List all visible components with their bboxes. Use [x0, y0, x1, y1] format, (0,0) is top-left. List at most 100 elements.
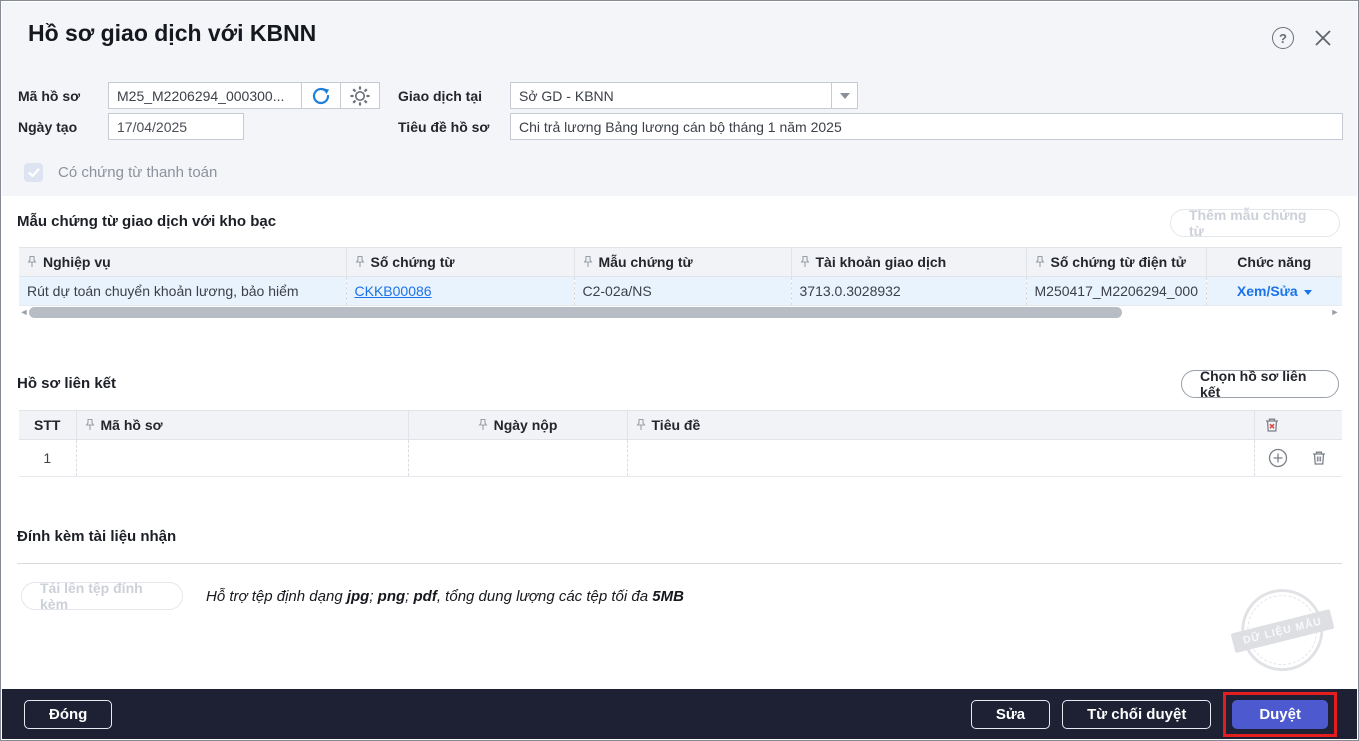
col-label: Mẫu chứng từ: [599, 254, 693, 270]
chevron-down-icon: [840, 93, 850, 99]
pin-icon: [583, 255, 593, 268]
hint-text: , tổng dung lượng các tệp tối đa: [437, 588, 652, 605]
gear-icon: [349, 85, 371, 107]
cell-ma-ho-so[interactable]: [76, 440, 408, 477]
footer-right-group: Sửa Từ chối duyệt Duyệt: [959, 692, 1357, 737]
ma-ho-so-label: Mã hồ sơ: [18, 88, 80, 104]
ngay-tao-input[interactable]: 17/04/2025: [108, 113, 244, 140]
scrollbar-thumb[interactable]: [29, 307, 1122, 318]
table-row[interactable]: 1: [19, 440, 1342, 477]
pin-icon: [85, 418, 95, 431]
pin-icon: [478, 418, 488, 431]
lien-ket-table: STT Mã hồ sơ Ngày nộp Tiêu đề 1: [19, 410, 1342, 477]
col-header-tieu-de[interactable]: Tiêu đề: [627, 411, 1254, 440]
chon-ho-so-lien-ket-button[interactable]: Chọn hồ sơ liên kết: [1181, 370, 1339, 398]
col-label: Nghiệp vụ: [43, 254, 111, 270]
dialog-header-area: Hồ sơ giao dịch với KBNN ? Mã hồ sơ M25_…: [2, 2, 1357, 196]
col-label: Số chứng từ điện tử: [1051, 254, 1186, 270]
sua-button[interactable]: Sửa: [971, 700, 1050, 729]
scrollbar-track[interactable]: [29, 307, 1330, 318]
col-label: Mã hồ sơ: [101, 417, 163, 433]
col-header-chuc-nang: Chức năng: [1206, 248, 1342, 277]
col-header-so-ct-dien-tu[interactable]: Số chứng từ điện tử: [1026, 248, 1206, 277]
xem-sua-menu[interactable]: Xem/Sửa: [1237, 283, 1312, 299]
col-header-ma-ho-so[interactable]: Mã hồ sơ: [76, 411, 408, 440]
col-label: Tài khoản giao dịch: [816, 254, 947, 270]
cell-nghiep-vu: Rút dự toán chuyển khoản lương, bảo hiểm: [19, 277, 346, 306]
scroll-right-arrow[interactable]: ►: [1330, 306, 1340, 319]
tieu-de-ho-so-label: Tiêu đề hồ sơ: [398, 119, 489, 135]
cell-tieu-de[interactable]: [627, 440, 1254, 477]
pin-icon: [27, 255, 37, 268]
col-label: Tiêu đề: [652, 417, 701, 433]
cell-so-ct-dien-tu: M250417_M2206294_000: [1026, 277, 1206, 306]
col-header-mau-chung-tu[interactable]: Mẫu chứng từ: [574, 248, 791, 277]
annotation-highlight-box: Duyệt: [1223, 692, 1337, 737]
check-icon: [28, 168, 40, 178]
tai-len-tep-button[interactable]: Tải lên tệp đính kèm: [21, 582, 183, 610]
hint-text: Hỗ trợ tệp định dạng: [206, 588, 347, 605]
dialog-ho-so-giao-dich: Hồ sơ giao dịch với KBNN ? Mã hồ sơ M25_…: [0, 0, 1359, 741]
refresh-icon: [310, 85, 332, 107]
footer-bar: Đóng Sửa Từ chối duyệt Duyệt: [2, 689, 1357, 739]
tieu-de-ho-so-input[interactable]: Chi trả lương Bảng lương cán bộ tháng 1 …: [510, 113, 1343, 140]
divider: [17, 563, 1342, 564]
tu-choi-duyet-button[interactable]: Từ chối duyệt: [1062, 700, 1211, 729]
hint-format-pdf: pdf: [414, 588, 437, 605]
delete-row-icon[interactable]: [1310, 449, 1328, 467]
chung-tu-table: Nghiệp vụ Số chứng từ Mẫu chứng từ Tài k…: [19, 247, 1342, 306]
ma-ho-so-group: M25_M2206294_000300...: [108, 82, 380, 109]
co-chung-tu-checkbox[interactable]: [24, 163, 43, 182]
cell-tai-khoan: 3713.0.3028932: [791, 277, 1026, 306]
chung-tu-header-row: Nghiệp vụ Số chứng từ Mẫu chứng từ Tài k…: [19, 248, 1342, 277]
pin-icon: [800, 255, 810, 268]
horizontal-scrollbar[interactable]: ◄ ►: [19, 306, 1340, 319]
hint-format-png: png: [378, 588, 406, 605]
col-header-tai-khoan[interactable]: Tài khoản giao dịch: [791, 248, 1026, 277]
dong-button[interactable]: Đóng: [24, 700, 112, 729]
refresh-button[interactable]: [302, 82, 341, 109]
giao-dich-tai-label: Giao dịch tại: [398, 88, 482, 104]
giao-dich-tai-select[interactable]: Sở GD - KBNN: [510, 82, 858, 109]
add-row-icon[interactable]: [1268, 448, 1288, 468]
so-chung-tu-link[interactable]: CKKB00086: [355, 283, 432, 299]
lien-ket-header-row: STT Mã hồ sơ Ngày nộp Tiêu đề: [19, 411, 1342, 440]
co-chung-tu-label: Có chứng từ thanh toán: [58, 164, 217, 181]
section-title-mau-chung-tu: Mẫu chứng từ giao dịch với kho bạc: [17, 213, 276, 230]
scroll-left-arrow[interactable]: ◄: [19, 306, 29, 319]
delete-all-icon: [1263, 416, 1281, 434]
settings-button[interactable]: [341, 82, 380, 109]
close-icon: [1313, 28, 1333, 48]
close-button[interactable]: [1309, 24, 1337, 52]
duyet-button[interactable]: Duyệt: [1232, 700, 1328, 729]
them-mau-chung-tu-button[interactable]: Thêm mẫu chứng từ: [1170, 209, 1340, 237]
hint-sep: ;: [405, 588, 413, 605]
col-label: Số chứng từ: [371, 254, 455, 270]
cell-stt: 1: [19, 440, 76, 477]
co-chung-tu-checkbox-row: Có chứng từ thanh toán: [24, 163, 217, 182]
ma-ho-so-input[interactable]: M25_M2206294_000300...: [108, 82, 302, 109]
ngay-tao-label: Ngày tạo: [18, 119, 77, 135]
pin-icon: [1035, 255, 1045, 268]
col-header-ngay-nop[interactable]: Ngày nộp: [408, 411, 627, 440]
cell-ngay-nop[interactable]: [408, 440, 627, 477]
cell-mau-chung-tu: C2-02a/NS: [574, 277, 791, 306]
table-row[interactable]: Rút dự toán chuyển khoản lương, bảo hiểm…: [19, 277, 1342, 306]
col-label: Chức năng: [1237, 254, 1311, 270]
hint-sep: ;: [369, 588, 377, 605]
col-header-nghiep-vu[interactable]: Nghiệp vụ: [19, 248, 346, 277]
col-header-stt: STT: [19, 411, 76, 440]
dropdown-arrow-button[interactable]: [831, 83, 857, 108]
hint-format-jpg: jpg: [347, 588, 370, 605]
section-title-dinh-kem: Đính kèm tài liệu nhận: [17, 528, 176, 545]
col-header-so-chung-tu[interactable]: Số chứng từ: [346, 248, 574, 277]
xem-sua-label: Xem/Sửa: [1237, 283, 1298, 299]
help-button[interactable]: ?: [1269, 24, 1297, 52]
col-label: Ngày nộp: [494, 417, 558, 433]
col-label: STT: [34, 417, 60, 433]
page-title: Hồ sơ giao dịch với KBNN: [28, 20, 316, 47]
hint-max-size: 5MB: [652, 588, 684, 605]
col-header-delete-all[interactable]: [1254, 411, 1342, 440]
upload-hint-text: Hỗ trợ tệp định dạng jpg; png; pdf, tổng…: [206, 588, 684, 605]
question-circle-icon: ?: [1272, 27, 1294, 49]
